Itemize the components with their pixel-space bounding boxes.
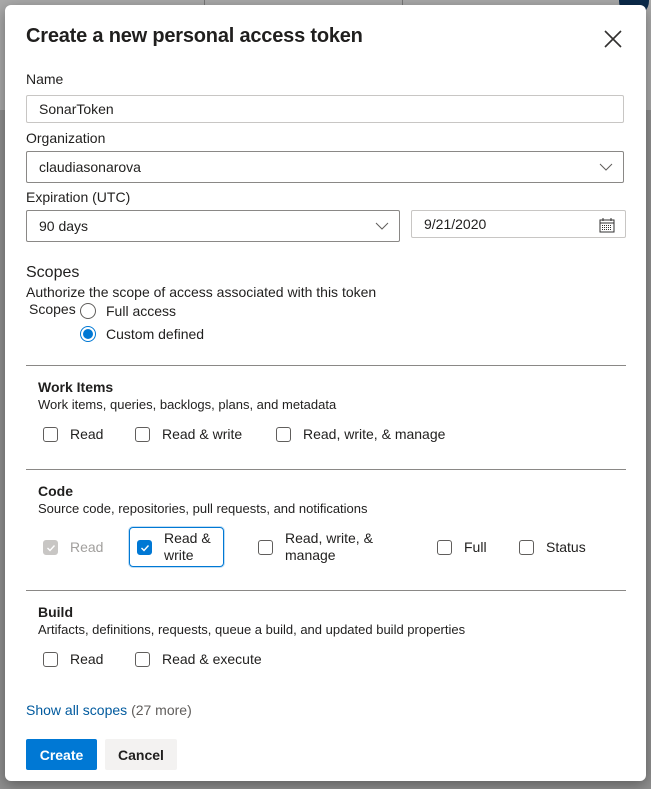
section-description: Source code, repositories, pull requests… (38, 501, 368, 516)
radio-custom-defined[interactable]: Custom defined (80, 326, 204, 342)
checkbox-label: Read, write, & manage (303, 426, 446, 442)
checkbox-label: Read (70, 539, 104, 555)
radio-label: Full access (106, 303, 177, 319)
checkbox-label: Read & write (164, 530, 211, 564)
name-input[interactable]: SonarToken (26, 95, 624, 123)
expiration-value: 90 days (39, 218, 89, 234)
radio-button-selected[interactable] (80, 326, 96, 342)
chevron-down-icon (599, 163, 613, 171)
checkbox-checked[interactable] (137, 539, 152, 555)
checkbox-label: Read & write (162, 426, 243, 442)
close-button[interactable] (601, 27, 625, 51)
checkbox-work-items-manage[interactable]: Read, write, & manage (276, 426, 445, 442)
label-line: Read & (164, 530, 211, 546)
scopes-group-label: Scopes (29, 301, 76, 317)
radio-full-access[interactable]: Full access (80, 303, 176, 319)
label-line: manage (285, 547, 336, 563)
section-title-work-items: Work Items (38, 379, 114, 395)
name-value: SonarToken (39, 101, 114, 117)
section-title-code: Code (38, 483, 73, 499)
name-label: Name (26, 71, 64, 87)
checkmark-icon (141, 544, 150, 552)
checkbox-work-items-read-write[interactable]: Read & write (135, 426, 242, 442)
expiration-date-value: 9/21/2020 (424, 216, 487, 232)
checkmark-icon (47, 544, 56, 552)
checkbox[interactable] (43, 426, 58, 442)
cancel-button[interactable]: Cancel (105, 739, 177, 770)
scopes-heading: Scopes (26, 264, 80, 281)
chevron-down-icon (375, 222, 389, 230)
section-description: Artifacts, definitions, requests, queue … (38, 622, 466, 637)
calendar-icon[interactable] (599, 217, 615, 233)
radio-button[interactable] (80, 303, 96, 319)
checkbox[interactable] (43, 651, 58, 667)
checkbox-work-items-read[interactable]: Read (43, 426, 103, 442)
checkbox-label: Status (546, 539, 586, 555)
checkbox-build-read-execute[interactable]: Read & execute (135, 651, 262, 667)
checkbox-code-full[interactable]: Full (437, 539, 487, 555)
show-all-scopes: Show all scopes (27 more) (26, 702, 192, 718)
dialog-title: Create a new personal access token (26, 25, 363, 47)
checkbox[interactable] (519, 539, 534, 555)
checkbox-label: Read (70, 651, 104, 667)
divider (26, 590, 626, 591)
organization-value: claudiasonarova (39, 159, 141, 175)
close-icon (604, 30, 622, 48)
divider (26, 365, 626, 366)
scopes-description: Authorize the scope of access associated… (26, 284, 377, 300)
checkbox[interactable] (276, 426, 291, 442)
checkbox-label: Read & execute (162, 651, 262, 667)
show-all-scopes-link[interactable]: Show all scopes (26, 702, 127, 718)
divider (26, 469, 626, 470)
checkbox-disabled-checked (43, 539, 58, 555)
radio-label: Custom defined (106, 326, 205, 342)
checkbox-code-read[interactable]: Read (43, 539, 103, 555)
expiration-date-input[interactable]: 9/21/2020 (411, 210, 626, 238)
organization-dropdown[interactable]: claudiasonarova (26, 151, 624, 183)
checkbox-label: Read (70, 426, 104, 442)
organization-label: Organization (26, 130, 106, 146)
checkbox-code-read-write[interactable]: Read & write (129, 527, 224, 567)
checkbox[interactable] (135, 651, 150, 667)
expiration-label: Expiration (UTC) (26, 189, 131, 205)
section-description: Work items, queries, backlogs, plans, an… (38, 397, 337, 412)
create-token-dialog: Create a new personal access token Name … (5, 5, 646, 781)
expiration-dropdown[interactable]: 90 days (26, 210, 400, 242)
checkbox-code-manage[interactable]: Read, write, & manage (258, 530, 373, 564)
checkbox[interactable] (258, 539, 273, 555)
create-button[interactable]: Create (26, 739, 97, 770)
label-line: write (164, 547, 194, 563)
checkbox[interactable] (437, 539, 452, 555)
checkbox-build-read[interactable]: Read (43, 651, 103, 667)
more-count: (27 more) (131, 702, 192, 718)
checkbox-label: Full (464, 539, 487, 555)
checkbox[interactable] (135, 426, 150, 442)
checkbox-code-status[interactable]: Status (519, 539, 586, 555)
section-title-build: Build (38, 604, 73, 620)
label-line: Read, write, & (285, 530, 373, 546)
checkbox-label: Read, write, & manage (285, 530, 373, 564)
